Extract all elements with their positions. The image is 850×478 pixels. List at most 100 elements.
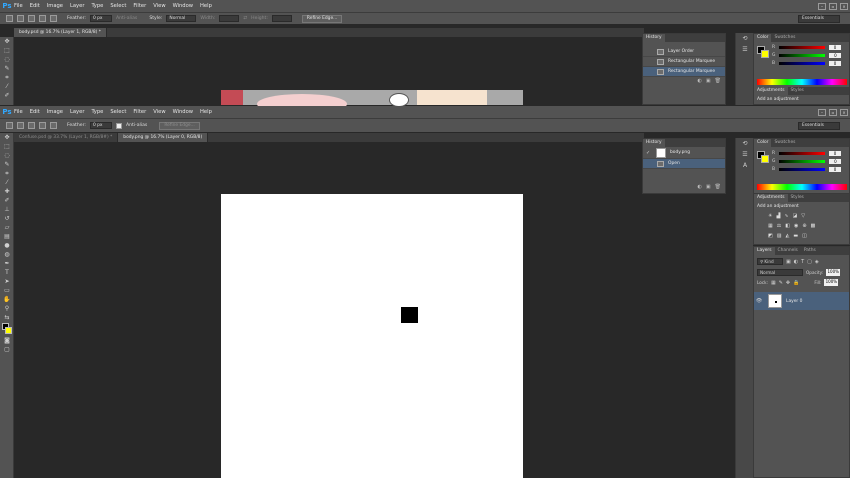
adjustments-tab[interactable]: Adjustments xyxy=(754,194,788,202)
menu-help[interactable]: Help xyxy=(200,109,212,115)
minimize-icon[interactable]: – xyxy=(818,2,826,10)
hand-tool-icon[interactable]: ✋ xyxy=(0,295,14,304)
history-item[interactable]: Layer Order xyxy=(643,47,725,57)
history-panel-icon[interactable]: ⟲ xyxy=(736,138,754,149)
photo-filter-icon[interactable]: ◉ xyxy=(794,223,798,229)
background-swatch[interactable] xyxy=(761,155,769,163)
posterize-icon[interactable]: ▨ xyxy=(777,233,782,239)
lasso-tool-icon[interactable]: ◌ xyxy=(0,151,14,160)
blue-value[interactable]: 0 xyxy=(829,60,842,66)
camera-icon[interactable]: ▣ xyxy=(706,184,711,190)
screen-mode-icon[interactable]: ▢ xyxy=(0,345,14,354)
eraser-tool-icon[interactable]: ▱ xyxy=(0,223,14,232)
refine-edge-button[interactable]: Refine Edge... xyxy=(159,121,200,130)
history-snapshot[interactable]: ✓ body.png xyxy=(643,147,725,159)
styles-tab[interactable]: Styles xyxy=(788,87,807,95)
swap-icon[interactable]: ⇄ xyxy=(243,16,247,21)
quick-mask-icon[interactable]: ◙ xyxy=(0,336,14,345)
menu-file[interactable]: File xyxy=(14,109,23,115)
type-filter-icon[interactable]: T xyxy=(801,259,804,265)
eyedropper-tool-icon[interactable]: ⁄ xyxy=(0,178,14,187)
lock-transparency-icon[interactable]: ▦ xyxy=(771,280,776,286)
hue-saturation-icon[interactable]: ▦ xyxy=(768,223,773,229)
marquee-tool-icon[interactable]: ⬚ xyxy=(0,46,14,55)
opacity-input[interactable]: 100% xyxy=(826,269,841,276)
snapshot-icon[interactable]: ◐ xyxy=(698,184,702,190)
intersect-selection-icon[interactable] xyxy=(50,122,57,129)
menu-help[interactable]: Help xyxy=(200,3,212,9)
menu-edit[interactable]: Edit xyxy=(30,3,40,9)
invert-icon[interactable]: ◩ xyxy=(768,233,773,239)
feather-input[interactable]: 0 px xyxy=(89,15,112,22)
feather-input[interactable]: 0 px xyxy=(89,122,112,129)
refine-edge-button[interactable]: Refine Edge... xyxy=(301,14,343,23)
close-icon[interactable]: × xyxy=(840,108,848,116)
lock-pixels-icon[interactable]: ✎ xyxy=(779,280,783,286)
quick-select-tool-icon[interactable]: ✎ xyxy=(0,160,14,169)
history-tab[interactable]: History xyxy=(643,139,665,147)
move-tool-icon[interactable]: ✥ xyxy=(0,133,14,142)
shape-tool-icon[interactable]: ▭ xyxy=(0,286,14,295)
quick-select-tool-icon[interactable]: ✎ xyxy=(0,64,14,73)
snapshot-icon[interactable]: ◐ xyxy=(698,78,702,84)
layers-tab[interactable]: Layers xyxy=(754,247,775,255)
shape-filter-icon[interactable]: ▢ xyxy=(807,259,812,265)
height-input[interactable] xyxy=(271,15,292,22)
subtract-selection-icon[interactable] xyxy=(39,15,46,22)
tab-confuse-psd[interactable]: Confuse.psd @ 33.7% (Layer 1, RGB/8#) * xyxy=(14,133,119,142)
menu-image[interactable]: Image xyxy=(47,109,63,115)
blue-value[interactable]: 0 xyxy=(829,166,842,172)
menu-select[interactable]: Select xyxy=(110,109,126,115)
menu-type[interactable]: Type xyxy=(91,3,103,9)
lock-all-icon[interactable]: 🔒 xyxy=(793,280,799,286)
menu-type[interactable]: Type xyxy=(91,109,103,115)
document-canvas[interactable] xyxy=(221,194,523,478)
blue-slider[interactable]: B0 xyxy=(772,165,842,173)
green-value[interactable]: 0 xyxy=(829,52,842,58)
blue-slider[interactable]: B0 xyxy=(772,59,842,67)
color-spectrum[interactable] xyxy=(757,79,847,85)
camera-icon[interactable]: ▣ xyxy=(706,78,711,84)
brightness-icon[interactable]: ☀ xyxy=(768,213,772,219)
zoom-tool-icon[interactable]: ⚲ xyxy=(0,304,14,313)
visibility-eye-icon[interactable]: 👁 xyxy=(754,298,764,304)
add-selection-icon[interactable] xyxy=(28,122,35,129)
exposure-icon[interactable]: ◪ xyxy=(793,213,798,219)
character-panel-icon[interactable]: A xyxy=(736,160,754,171)
trash-icon[interactable]: 🗑 xyxy=(715,184,721,190)
trash-icon[interactable]: 🗑 xyxy=(715,78,721,84)
menu-image[interactable]: Image xyxy=(47,3,63,9)
blur-tool-icon[interactable]: ● xyxy=(0,241,14,250)
menu-layer[interactable]: Layer xyxy=(70,109,84,115)
menu-layer[interactable]: Layer xyxy=(70,3,84,9)
style-select[interactable]: Normal xyxy=(166,15,197,22)
type-tool-icon[interactable]: T xyxy=(0,268,14,277)
curves-icon[interactable]: ∿ xyxy=(784,213,788,219)
color-lookup-icon[interactable]: ▩ xyxy=(811,223,816,229)
selective-color-icon[interactable]: ◫ xyxy=(802,233,807,239)
blend-mode-select[interactable]: Normal xyxy=(757,269,803,276)
gradient-map-icon[interactable]: ▬ xyxy=(793,233,798,239)
color-spectrum[interactable] xyxy=(757,184,847,190)
vibrance-icon[interactable]: ▽ xyxy=(801,213,805,219)
menu-filter[interactable]: Filter xyxy=(133,109,146,115)
adjustment-filter-icon[interactable]: ◐ xyxy=(794,259,798,265)
background-swatch[interactable] xyxy=(761,50,769,58)
path-select-tool-icon[interactable]: ➤ xyxy=(0,277,14,286)
antialias-checkbox[interactable] xyxy=(115,122,122,129)
color-tab[interactable]: Color xyxy=(754,34,772,42)
close-icon[interactable]: × xyxy=(840,2,848,10)
restore-icon[interactable]: ▫ xyxy=(829,108,837,116)
pen-tool-icon[interactable]: ✒ xyxy=(0,259,14,268)
channels-tab[interactable]: Channels xyxy=(775,247,801,255)
workspace-select[interactable]: Essentials xyxy=(798,14,840,23)
move-tool-icon[interactable]: ✥ xyxy=(0,37,14,46)
red-slider[interactable]: R0 xyxy=(772,43,842,51)
crop-tool-icon[interactable]: ⌗ xyxy=(0,73,14,82)
healing-tool-icon[interactable]: ✚ xyxy=(0,187,14,196)
history-panel-icon[interactable]: ⟲ xyxy=(736,33,754,44)
marquee-tool-icon[interactable]: ⬚ xyxy=(0,142,14,151)
fill-input[interactable]: 100% xyxy=(824,279,839,286)
paths-tab[interactable]: Paths xyxy=(801,247,819,255)
menu-edit[interactable]: Edit xyxy=(30,109,40,115)
